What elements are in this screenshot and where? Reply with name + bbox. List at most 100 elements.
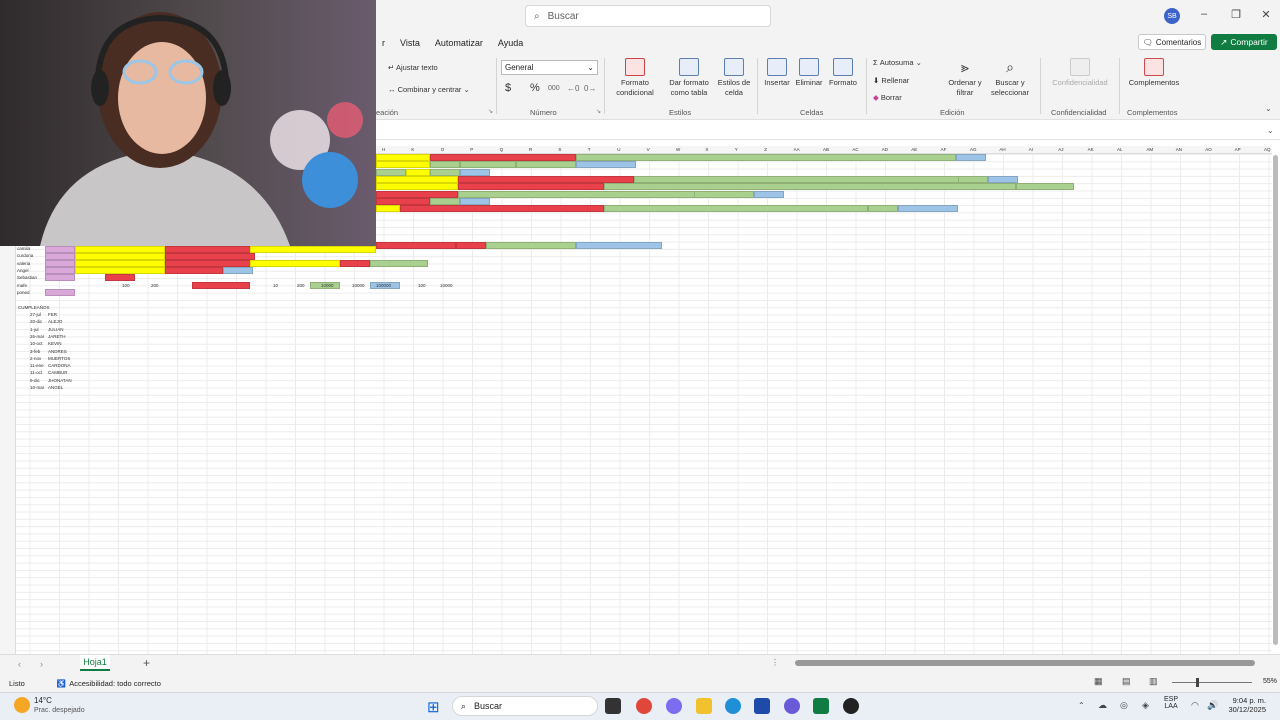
formula-bar[interactable]	[376, 124, 1280, 140]
decrease-decimal-icon[interactable]: 0→	[584, 84, 596, 93]
menu-tab-automatizar[interactable]: Automatizar	[435, 38, 483, 48]
edge-icon[interactable]	[725, 698, 741, 714]
weather-temp[interactable]: 14°C	[34, 696, 52, 705]
page-break-icon[interactable]: ▥	[1149, 676, 1158, 687]
store-icon[interactable]	[754, 698, 770, 714]
column-header[interactable]: U	[617, 147, 620, 152]
alignment-launcher-icon[interactable]: ↘	[488, 108, 493, 115]
accessibility-status[interactable]: Accesibilidad: todo correcto	[69, 679, 161, 688]
column-header[interactable]: AN	[1176, 147, 1182, 152]
next-sheet-icon[interactable]: ›	[40, 659, 43, 669]
vertical-scrollbar[interactable]	[1273, 155, 1278, 645]
horizontal-scrollbar[interactable]	[795, 660, 1255, 666]
number-format-select[interactable]: General ⌄	[501, 60, 598, 75]
windows-start-icon[interactable]: ⊞	[427, 698, 440, 716]
column-header[interactable]: R	[529, 147, 532, 152]
column-header[interactable]: S	[558, 147, 561, 152]
sort-filter-button[interactable]: ⪢ Ordenar y filtrar	[944, 58, 986, 98]
menu-tab-vista[interactable]: Vista	[400, 38, 420, 48]
column-header[interactable]: AB	[823, 147, 829, 152]
number-launcher-icon[interactable]: ↘	[596, 108, 601, 115]
insert-button[interactable]: Insertar	[762, 58, 792, 88]
delete-button[interactable]: Eliminar	[794, 58, 824, 88]
obs-icon[interactable]	[843, 698, 859, 714]
taskbar-search[interactable]: ⌕ Buscar	[452, 696, 598, 716]
excel-icon[interactable]	[813, 698, 829, 714]
column-header[interactable]: O	[441, 147, 445, 152]
column-header[interactable]: AQ	[1264, 147, 1271, 152]
column-header[interactable]: AI	[1029, 147, 1033, 152]
column-header[interactable]: Q	[500, 147, 504, 152]
increase-decimal-icon[interactable]: ←0	[567, 84, 579, 93]
copilot-icon[interactable]	[666, 698, 682, 714]
restore-icon[interactable]: ❐	[1228, 8, 1244, 21]
splitter-icon[interactable]: ⋮	[771, 658, 779, 667]
column-header[interactable]: T	[588, 147, 591, 152]
column-header[interactable]: X	[705, 147, 708, 152]
tray-chevron-icon[interactable]: ⌃	[1078, 701, 1085, 710]
column-header[interactable]: AF	[941, 147, 947, 152]
find-select-button[interactable]: ⌕ Buscar y seleccionar	[986, 58, 1034, 98]
ribbon-collapse-icon[interactable]: ⌄	[1265, 104, 1272, 113]
column-header[interactable]: Y	[735, 147, 738, 152]
column-header[interactable]: K	[411, 147, 414, 152]
formula-expand-icon[interactable]: ⌄	[1267, 126, 1274, 135]
column-header[interactable]: AG	[970, 147, 977, 152]
discord-icon[interactable]	[784, 698, 800, 714]
thousands-button[interactable]: 000	[548, 85, 560, 92]
format-as-table-button[interactable]: Dar formato como tabla	[662, 58, 716, 98]
close-icon[interactable]: ✕	[1258, 8, 1274, 21]
volume-icon[interactable]: 🔊	[1207, 700, 1218, 711]
zoom-slider[interactable]	[1172, 682, 1252, 683]
conditional-format-button[interactable]: Formato condicional	[608, 58, 662, 98]
fill-button[interactable]: ⬇ Rellenar	[873, 76, 909, 86]
column-header[interactable]: V	[647, 147, 650, 152]
addins-button[interactable]: Complementos	[1124, 58, 1184, 88]
column-header[interactable]: Z	[764, 147, 767, 152]
tray-app-icon[interactable]: ◎	[1120, 700, 1128, 711]
column-header[interactable]: H	[382, 147, 385, 152]
column-header[interactable]: AC	[852, 147, 858, 152]
format-button[interactable]: Formato	[826, 58, 860, 88]
file-explorer-icon[interactable]	[696, 698, 712, 714]
sheet-tab-hoja1[interactable]: Hoja1	[80, 655, 110, 671]
zoom-level[interactable]: 55%	[1263, 678, 1277, 685]
percent-button[interactable]: %	[530, 82, 540, 94]
search-box[interactable]: ⌕ Buscar	[525, 5, 771, 27]
avatar[interactable]: SB	[1164, 8, 1180, 24]
zoom-slider-thumb[interactable]	[1196, 678, 1199, 687]
task-view-icon[interactable]	[605, 698, 621, 714]
merge-center-button[interactable]: ↔ Combinar y centrar ⌄	[388, 85, 470, 95]
column-header[interactable]: AD	[882, 147, 888, 152]
share-button[interactable]: ↗ Compartir	[1211, 34, 1277, 50]
prev-sheet-icon[interactable]: ‹	[18, 659, 21, 669]
column-header[interactable]: AP	[1235, 147, 1241, 152]
column-header[interactable]: AA	[794, 147, 800, 152]
autosum-button[interactable]: Σ Autosuma ⌄	[873, 58, 922, 68]
cell-styles-button[interactable]: Estilos de celda	[714, 58, 754, 98]
menu-tab-ayuda[interactable]: Ayuda	[498, 38, 523, 48]
language-indicator[interactable]: ESP LAA	[1164, 696, 1178, 710]
column-header[interactable]: AO	[1205, 147, 1212, 152]
page-layout-icon[interactable]: ▤	[1122, 676, 1131, 687]
column-header[interactable]: AJ	[1058, 147, 1063, 152]
column-header[interactable]: W	[676, 147, 680, 152]
column-header[interactable]: AK	[1088, 147, 1094, 152]
minimize-icon[interactable]: –	[1196, 8, 1212, 20]
comments-button[interactable]: 🗨 Comentarios	[1138, 34, 1206, 50]
column-header[interactable]: P	[470, 147, 473, 152]
add-sheet-icon[interactable]: +	[143, 656, 150, 670]
menu-tab-partial[interactable]: r	[382, 38, 385, 48]
clock[interactable]: 9:04 p. m. 30/12/2025	[1224, 696, 1266, 714]
column-header[interactable]: AE	[911, 147, 917, 152]
column-header[interactable]: AH	[999, 147, 1005, 152]
wrap-text-button[interactable]: ↵ Ajustar texto	[388, 63, 438, 73]
column-header[interactable]: AM	[1146, 147, 1153, 152]
chrome-icon[interactable]	[636, 698, 652, 714]
tray-app-icon[interactable]: ◈	[1142, 700, 1149, 711]
column-header[interactable]: AL	[1117, 147, 1123, 152]
clear-button[interactable]: ◆ Borrar	[873, 93, 902, 103]
currency-button[interactable]: $	[505, 82, 511, 94]
wifi-icon[interactable]: ◠	[1191, 700, 1199, 711]
normal-view-icon[interactable]: ▦	[1094, 676, 1103, 687]
